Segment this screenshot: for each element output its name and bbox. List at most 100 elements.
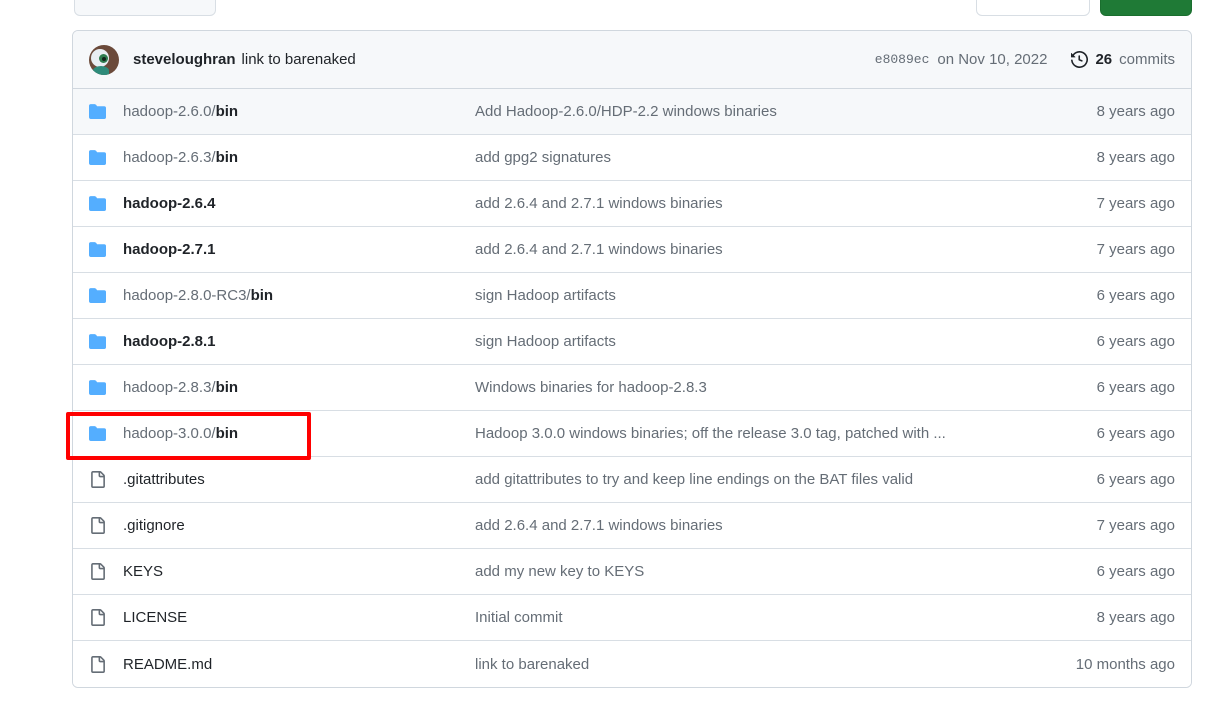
table-row[interactable]: hadoop-2.6.0/bin Add Hadoop-2.6.0/HDP-2.2… bbox=[73, 89, 1191, 135]
folder-icon bbox=[89, 103, 123, 120]
code-button[interactable] bbox=[1100, 0, 1192, 16]
row-name-link[interactable]: hadoop-2.8.3/bin bbox=[123, 379, 475, 396]
row-name-link[interactable]: hadoop-2.8.1 bbox=[123, 333, 475, 350]
row-name-link[interactable]: hadoop-2.6.0/bin bbox=[123, 103, 475, 120]
row-name-link[interactable]: hadoop-2.6.3/bin bbox=[123, 149, 475, 166]
row-commit-age: 6 years ago bbox=[1096, 333, 1175, 350]
row-commit-message[interactable]: Initial commit bbox=[475, 609, 1097, 626]
row-name-prefix: hadoop-2.8.3/ bbox=[123, 379, 216, 396]
row-name-link[interactable]: LICENSE bbox=[123, 609, 475, 626]
row-commit-age: 8 years ago bbox=[1096, 609, 1175, 626]
row-name-link[interactable]: hadoop-3.0.0/bin bbox=[123, 425, 475, 442]
folder-icon bbox=[89, 195, 123, 212]
row-name-link[interactable]: .gitignore bbox=[123, 517, 475, 534]
row-name-suffix: bin bbox=[215, 425, 239, 442]
row-commit-age: 7 years ago bbox=[1096, 241, 1175, 258]
table-row[interactable]: hadoop-2.8.3/bin Windows binaries for had… bbox=[73, 365, 1191, 411]
avatar[interactable] bbox=[89, 44, 119, 75]
row-name-link[interactable]: .gitattributes bbox=[123, 471, 475, 488]
row-commit-message[interactable]: add my new key to KEYS bbox=[475, 563, 1097, 580]
row-name-link[interactable]: hadoop-2.8.0-RC3/bin bbox=[123, 287, 475, 304]
folder-icon bbox=[89, 241, 123, 258]
table-row[interactable]: README.md link to barenaked 10 months ago bbox=[73, 641, 1191, 687]
commit-sha-link[interactable]: e8089ec bbox=[875, 52, 930, 67]
row-name-suffix: bin bbox=[250, 287, 274, 304]
commits-label: commits bbox=[1119, 51, 1175, 68]
history-icon bbox=[1071, 51, 1089, 68]
row-name-link[interactable]: hadoop-2.6.4 bbox=[123, 195, 475, 212]
row-name-text: hadoop-2.7.1 bbox=[123, 241, 216, 258]
row-commit-age: 8 years ago bbox=[1096, 103, 1175, 120]
row-name-prefix: hadoop-2.6.0/ bbox=[123, 103, 216, 120]
row-commit-age: 6 years ago bbox=[1096, 287, 1175, 304]
row-commit-age: 10 months ago bbox=[1075, 655, 1175, 673]
file-rows: hadoop-2.6.0/bin Add Hadoop-2.6.0/HDP-2.2… bbox=[73, 89, 1191, 687]
row-name-text: LICENSE bbox=[123, 609, 188, 626]
row-name-text: README.md bbox=[123, 655, 213, 673]
row-commit-message[interactable]: add gitattributes to try and keep line e… bbox=[475, 471, 1097, 488]
row-name-suffix: bin bbox=[215, 379, 239, 396]
latest-commit-message[interactable]: link to barenaked bbox=[242, 51, 356, 68]
row-name-text: hadoop-2.8.1 bbox=[123, 333, 216, 350]
table-row[interactable]: hadoop-3.0.0/bin Hadoop 3.0.0 windows bin… bbox=[73, 411, 1191, 457]
row-name-prefix: hadoop-2.6.3/ bbox=[123, 149, 216, 166]
row-commit-message[interactable]: add 2.6.4 and 2.7.1 windows binaries bbox=[475, 195, 1097, 212]
row-commit-age: 7 years ago bbox=[1096, 517, 1175, 534]
folder-icon bbox=[89, 149, 123, 166]
row-name-suffix: bin bbox=[215, 149, 239, 166]
folder-icon bbox=[89, 333, 123, 350]
row-commit-message[interactable]: add gpg2 signatures bbox=[475, 149, 1097, 166]
row-commit-age: 6 years ago bbox=[1096, 379, 1175, 396]
commit-date: on Nov 10, 2022 bbox=[937, 51, 1048, 68]
row-name-link[interactable]: hadoop-2.7.1 bbox=[123, 241, 475, 258]
table-row[interactable]: hadoop-2.6.3/bin add gpg2 signatures 8 yea… bbox=[73, 135, 1191, 181]
file-listing-table: steveloughran link to barenaked e8089ec … bbox=[72, 30, 1192, 688]
row-commit-message[interactable]: Add Hadoop-2.6.0/HDP-2.2 windows binarie… bbox=[475, 103, 1097, 120]
table-row[interactable]: LICENSE Initial commit 8 years ago bbox=[73, 595, 1191, 641]
commits-history-link[interactable]: 26 commits bbox=[1071, 51, 1175, 68]
row-commit-message[interactable]: add 2.6.4 and 2.7.1 windows binaries bbox=[475, 241, 1097, 258]
file-icon bbox=[89, 517, 123, 534]
commit-author-link[interactable]: steveloughran bbox=[133, 51, 236, 68]
file-icon bbox=[89, 609, 123, 626]
row-name-prefix: hadoop-2.8.0-RC3/ bbox=[123, 287, 251, 304]
table-row[interactable]: KEYS add my new key to KEYS 6 years ago bbox=[73, 549, 1191, 595]
go-to-file-button[interactable] bbox=[976, 0, 1090, 16]
row-commit-message[interactable]: sign Hadoop artifacts bbox=[475, 333, 1097, 350]
row-name-prefix: hadoop-3.0.0/ bbox=[123, 425, 216, 442]
row-commit-message[interactable]: Windows binaries for hadoop-2.8.3 bbox=[475, 379, 1097, 396]
folder-icon bbox=[89, 379, 123, 396]
table-row[interactable]: hadoop-2.6.4 add 2.6.4 and 2.7.1 windows … bbox=[73, 181, 1191, 227]
repo-action-bar bbox=[0, 0, 1212, 18]
folder-icon bbox=[89, 425, 123, 442]
row-commit-message[interactable]: link to barenaked bbox=[475, 656, 1076, 673]
commits-count: 26 bbox=[1095, 51, 1113, 68]
row-name-text: .gitignore bbox=[123, 517, 185, 534]
file-icon bbox=[89, 471, 123, 488]
row-commit-age: 6 years ago bbox=[1096, 425, 1175, 442]
table-row[interactable]: .gitattributes add gitattributes to try a… bbox=[73, 457, 1191, 503]
table-row[interactable]: hadoop-2.7.1 add 2.6.4 and 2.7.1 windows … bbox=[73, 227, 1191, 273]
commit-header-meta: e8089ec on Nov 10, 2022 26 commits bbox=[875, 51, 1175, 68]
row-name-text: hadoop-2.6.4 bbox=[123, 195, 216, 212]
row-name-text: .gitattributes bbox=[123, 471, 205, 488]
row-commit-message[interactable]: sign Hadoop artifacts bbox=[475, 287, 1097, 304]
row-commit-message[interactable]: Hadoop 3.0.0 windows binaries; off the r… bbox=[475, 425, 1097, 442]
latest-commit-header: steveloughran link to barenaked e8089ec … bbox=[73, 31, 1191, 89]
file-icon bbox=[89, 655, 123, 673]
folder-icon bbox=[89, 287, 123, 304]
table-row[interactable]: .gitignore add 2.6.4 and 2.7.1 windows bi… bbox=[73, 503, 1191, 549]
table-row[interactable]: hadoop-2.8.0-RC3/bin sign Hadoop artifact… bbox=[73, 273, 1191, 319]
row-commit-age: 8 years ago bbox=[1096, 149, 1175, 166]
table-row[interactable]: hadoop-2.8.1 sign Hadoop artifacts 6 years… bbox=[73, 319, 1191, 365]
file-icon bbox=[89, 563, 123, 580]
row-name-link[interactable]: README.md bbox=[123, 656, 475, 673]
row-commit-age: 6 years ago bbox=[1096, 471, 1175, 488]
row-name-suffix: bin bbox=[215, 103, 239, 120]
row-commit-age: 6 years ago bbox=[1096, 563, 1175, 580]
row-name-text: KEYS bbox=[123, 563, 164, 580]
row-name-link[interactable]: KEYS bbox=[123, 563, 475, 580]
row-commit-message[interactable]: add 2.6.4 and 2.7.1 windows binaries bbox=[475, 517, 1097, 534]
branch-selector-button[interactable] bbox=[74, 0, 216, 16]
row-commit-age: 7 years ago bbox=[1096, 195, 1175, 212]
